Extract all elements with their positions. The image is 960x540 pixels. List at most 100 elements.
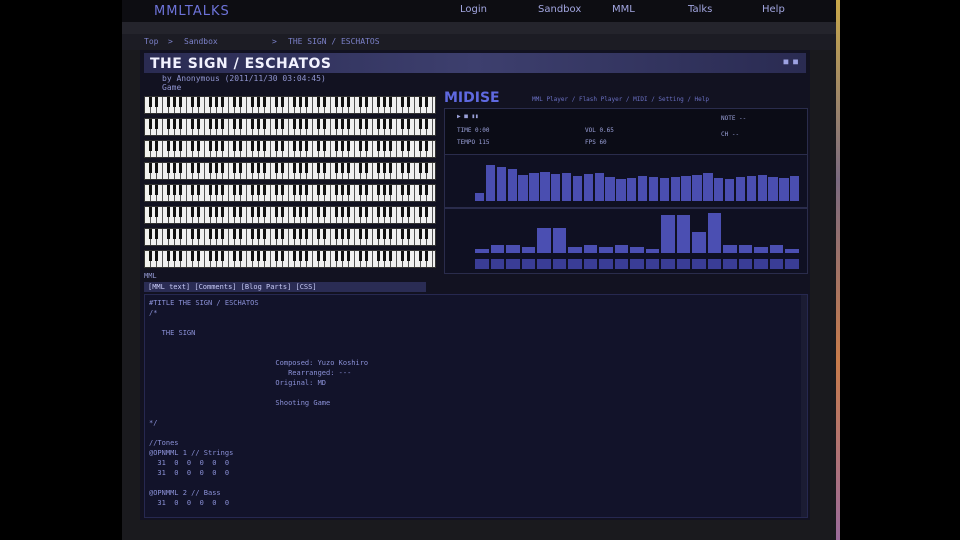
black-key xyxy=(359,185,362,195)
black-key xyxy=(389,207,392,217)
code-line: 31 0 0 0 0 0 xyxy=(149,499,230,507)
black-key xyxy=(233,141,236,151)
code-line: 31 0 0 0 0 0 xyxy=(149,459,230,467)
black-key xyxy=(233,229,236,239)
channel-volume-bar xyxy=(769,245,784,253)
black-key xyxy=(167,119,170,129)
black-key xyxy=(179,163,182,173)
spectrum-bar xyxy=(507,169,517,201)
spectrum-bar xyxy=(724,179,735,201)
black-key xyxy=(401,119,404,129)
black-key xyxy=(359,207,362,217)
black-key xyxy=(335,185,338,195)
sub-toolbar xyxy=(122,22,836,34)
song-title: THE SIGN / ESCHATOS xyxy=(150,56,332,72)
channel-base-block xyxy=(723,259,737,269)
song-title-bar: THE SIGN / ESCHATOS ■ ■ xyxy=(144,53,806,73)
nav-talks[interactable]: Talks xyxy=(688,4,712,15)
black-key xyxy=(197,141,200,151)
black-key xyxy=(389,229,392,239)
black-key xyxy=(347,119,350,129)
black-key xyxy=(317,119,320,129)
black-key xyxy=(233,97,236,107)
piano-keyboard xyxy=(144,140,436,158)
black-key xyxy=(251,207,254,217)
spectrum-bar xyxy=(746,176,757,201)
black-key xyxy=(419,251,422,261)
black-key xyxy=(233,163,236,173)
black-key xyxy=(347,141,350,151)
mml-tab-links[interactable]: [MML text] [Comments] [Blog Parts] [CSS] xyxy=(144,282,426,292)
black-key xyxy=(377,207,380,217)
black-key xyxy=(335,97,338,107)
black-key xyxy=(275,185,278,195)
spectrum-bar xyxy=(518,175,528,201)
black-key xyxy=(365,207,368,217)
black-key xyxy=(359,251,362,261)
black-key xyxy=(383,119,386,129)
black-key xyxy=(401,185,404,195)
black-key xyxy=(425,251,428,261)
mml-code-area[interactable]: #TITLE THE SIGN / ESCHATOS /* THE SIGN Co… xyxy=(144,294,808,518)
black-key xyxy=(275,141,278,151)
black-key xyxy=(191,119,194,129)
channel-volume-bar xyxy=(707,213,722,253)
black-key xyxy=(281,229,284,239)
song-byline: by Anonymous (2011/11/30 03:04:45) xyxy=(162,74,326,83)
breadcrumb-top[interactable]: Top xyxy=(144,37,158,46)
black-key xyxy=(299,251,302,261)
black-key xyxy=(263,251,266,261)
breadcrumb-sandbox[interactable]: Sandbox xyxy=(184,37,218,46)
black-key xyxy=(305,251,308,261)
black-key xyxy=(335,119,338,129)
black-key xyxy=(197,119,200,129)
nav-sandbox[interactable]: Sandbox xyxy=(538,4,581,15)
channel-volume-bar xyxy=(785,249,799,253)
spectrum-bar xyxy=(638,176,648,201)
black-key xyxy=(155,207,158,217)
black-key xyxy=(383,229,386,239)
black-key xyxy=(383,97,386,107)
black-key xyxy=(365,163,368,173)
black-key xyxy=(191,229,194,239)
black-key xyxy=(167,229,170,239)
black-key xyxy=(167,185,170,195)
code-line: Rearranged: --- xyxy=(149,369,352,377)
black-key xyxy=(293,185,296,195)
piano-keyboard xyxy=(144,162,436,180)
black-key xyxy=(323,185,326,195)
black-key xyxy=(257,119,260,129)
black-key xyxy=(347,229,350,239)
black-key xyxy=(389,97,392,107)
breadcrumb-separator-icon: > xyxy=(168,37,173,46)
black-key xyxy=(221,163,224,173)
black-key xyxy=(425,97,428,107)
title-controls-icon[interactable]: ■ ■ xyxy=(784,57,798,66)
black-key xyxy=(305,207,308,217)
black-key xyxy=(359,163,362,173)
breadcrumb-current: THE SIGN / ESCHATOS xyxy=(288,37,380,46)
channel-volume-bar xyxy=(521,247,536,253)
black-key xyxy=(365,229,368,239)
nav-mml[interactable]: MML xyxy=(612,4,635,15)
stat-note: NOTE -- xyxy=(721,115,747,122)
site-logo[interactable]: MMLTALKS xyxy=(154,4,230,19)
code-scrollbar[interactable] xyxy=(801,295,807,517)
channel-base-block xyxy=(661,259,675,269)
nav-help[interactable]: Help xyxy=(762,4,785,15)
black-key xyxy=(263,97,266,107)
spectrum-bar xyxy=(496,167,507,201)
black-key xyxy=(323,163,326,173)
black-key xyxy=(257,251,260,261)
player-links[interactable]: MML Player / Flash Player / MIDI / Setti… xyxy=(532,96,802,103)
play-icon[interactable]: ▶ ■ ▮▮ xyxy=(457,113,479,120)
black-key xyxy=(377,229,380,239)
black-key xyxy=(407,163,410,173)
black-key xyxy=(419,141,422,151)
black-key xyxy=(221,119,224,129)
black-key xyxy=(149,207,152,217)
black-key xyxy=(365,251,368,261)
nav-login[interactable]: Login xyxy=(460,4,487,15)
black-key xyxy=(401,163,404,173)
black-key xyxy=(221,185,224,195)
